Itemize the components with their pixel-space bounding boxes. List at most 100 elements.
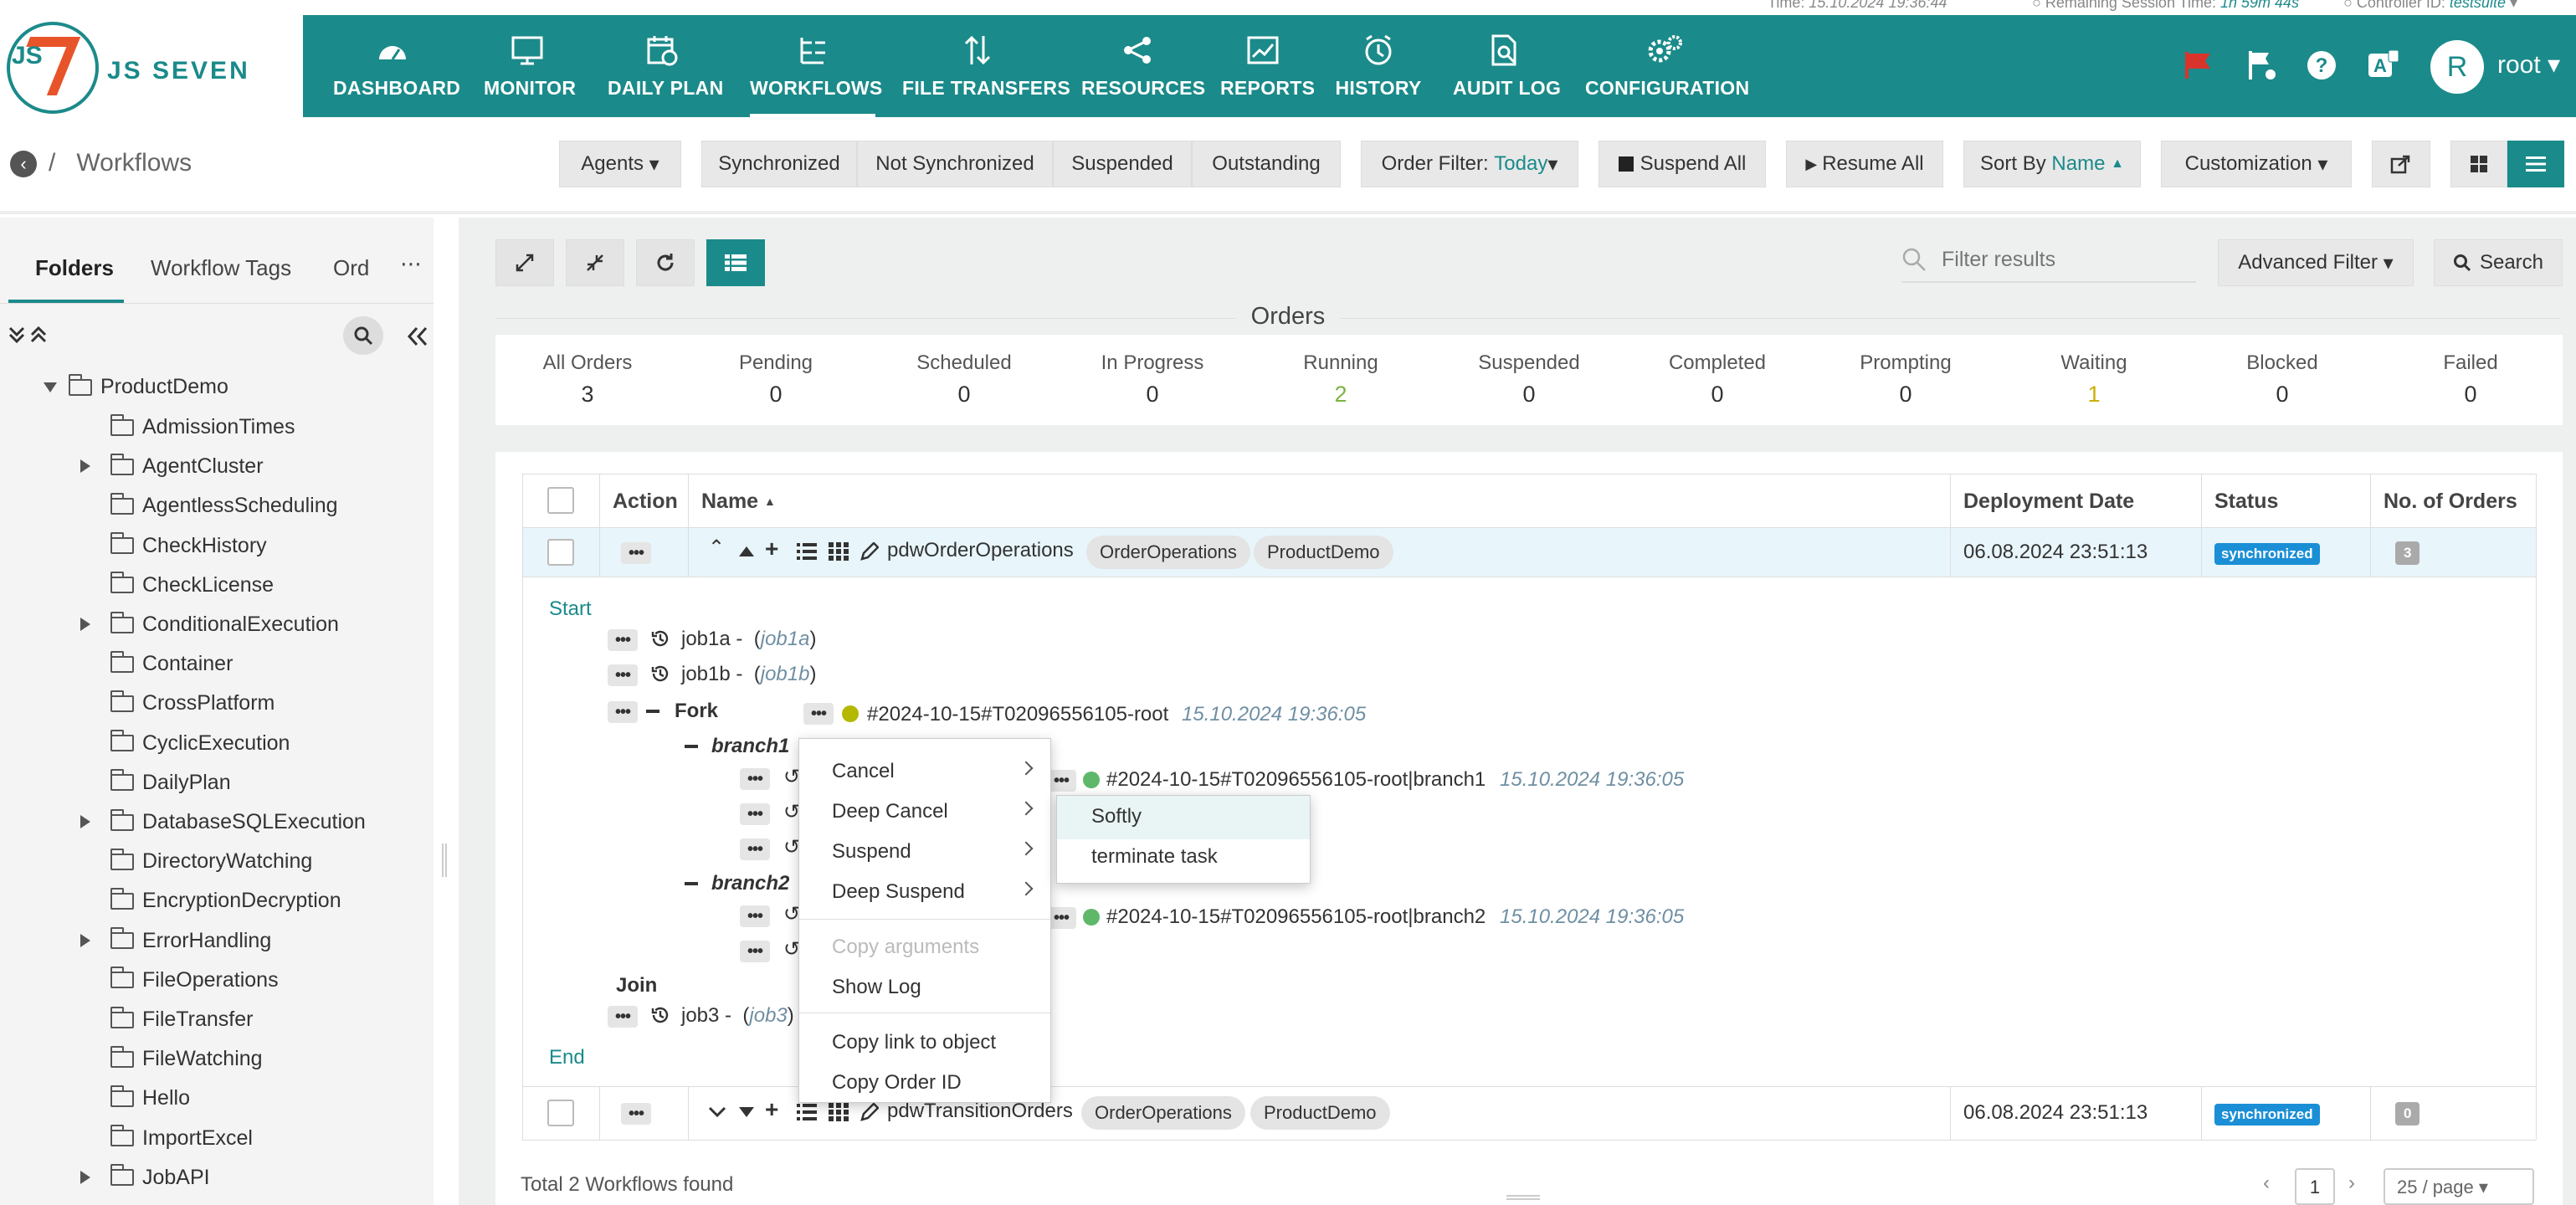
job-action-menu[interactable]: •••	[740, 838, 770, 860]
nav-monitor[interactable]: MONITOR	[484, 15, 576, 117]
workflow-tag[interactable]: ProductDemo	[1254, 536, 1393, 569]
tree-item[interactable]: FileTransfer	[110, 1006, 253, 1032]
order-id[interactable]: #2024-10-15#T02096556105-root	[867, 703, 1168, 726]
filter-suspended-button[interactable]: Suspended	[1053, 141, 1192, 187]
collapse-branch-icon[interactable]	[685, 745, 698, 748]
agents-dropdown[interactable]: Agents ▾	[559, 141, 681, 187]
order-stat-prompting[interactable]: Prompting 0	[1814, 351, 1998, 408]
prev-page-icon[interactable]: ‹	[2263, 1172, 2270, 1195]
expand-folder-icon[interactable]	[80, 815, 90, 828]
column-header-status[interactable]: Status	[2214, 475, 2278, 527]
nav-audit-log[interactable]: AUDIT LOG	[1453, 15, 1561, 117]
tree-item[interactable]: FileWatching	[110, 1045, 263, 1071]
expand-icon[interactable]	[495, 239, 554, 286]
tree-item-root[interactable]: ProductDemo	[44, 373, 228, 399]
expand-all-icon[interactable]	[8, 323, 52, 351]
row-action-menu[interactable]: •••	[621, 1103, 651, 1125]
expand-row-icon[interactable]	[708, 1106, 726, 1118]
job-action-menu[interactable]: •••	[740, 768, 770, 790]
list-icon[interactable]	[797, 1103, 817, 1121]
page-size-select[interactable]: 25 / page ▾	[2384, 1168, 2534, 1205]
tree-item[interactable]: JobAPI	[110, 1164, 210, 1190]
logo[interactable]: JS JS SEVEN	[0, 15, 303, 117]
submenu-item-terminate-task[interactable]: terminate task	[1091, 845, 1218, 869]
expand-folder-icon[interactable]	[80, 459, 90, 474]
menu-item-cancel[interactable]: Cancel	[832, 760, 1041, 783]
nav-configuration[interactable]: CONFIGURATION	[1585, 15, 1749, 117]
nav-reports[interactable]: REPORTS	[1220, 15, 1315, 117]
collapse-panel-icon[interactable]	[407, 325, 428, 352]
resume-all-button[interactable]: ▶ Resume All	[1786, 141, 1943, 187]
tree-item[interactable]: FileOperations	[110, 967, 279, 992]
tree-item[interactable]: CheckHistory	[110, 532, 267, 558]
job-action-menu[interactable]: •••	[608, 629, 638, 651]
menu-item-copy-link-to-object[interactable]: Copy link to object	[832, 1031, 1041, 1054]
column-header-deployment-date[interactable]: Deployment Date	[1963, 475, 2134, 527]
filter-not-synchronized-button[interactable]: Not Synchronized	[857, 141, 1053, 187]
workflow-tag[interactable]: OrderOperations	[1086, 536, 1250, 569]
order-action-menu[interactable]: •••	[803, 703, 834, 725]
grid-icon[interactable]	[829, 1103, 849, 1121]
order-stat-failed[interactable]: Failed 0	[2378, 351, 2563, 408]
nav-resources[interactable]: RESOURCES	[1081, 15, 1205, 117]
job-action-menu[interactable]: •••	[608, 1006, 638, 1028]
expand-folder-icon[interactable]	[80, 618, 90, 631]
add-order-icon[interactable]: +	[765, 1096, 778, 1123]
job-action-menu[interactable]: •••	[740, 803, 770, 825]
tab-workflow-tags[interactable]: Workflow Tags	[151, 255, 291, 281]
table-view-icon[interactable]	[706, 239, 765, 286]
job-action-menu[interactable]: •••	[740, 941, 770, 962]
job-label[interactable]: job3 - (job3)	[681, 1004, 794, 1028]
nav-workflows[interactable]: WORKFLOWS	[750, 15, 882, 117]
order-stat-blocked[interactable]: Blocked 0	[2190, 351, 2374, 408]
tree-item[interactable]: CheckLicense	[110, 572, 274, 597]
job-action-menu[interactable]: •••	[740, 905, 770, 927]
move-up-icon[interactable]	[738, 546, 755, 557]
tree-item[interactable]: AgentlessScheduling	[110, 492, 338, 518]
flag-icon[interactable]	[2181, 47, 2218, 84]
workflow-name[interactable]: pdwOrderOperations	[887, 539, 1074, 562]
job-label[interactable]: job1b - (job1b)	[681, 663, 816, 686]
menu-item-show-log[interactable]: Show Log	[832, 976, 1041, 999]
tree-item[interactable]: ImportExcel	[110, 1125, 253, 1151]
order-id[interactable]: #2024-10-15#T02096556105-root|branch1	[1106, 768, 1486, 792]
resize-handle[interactable]	[1506, 1195, 1540, 1200]
export-icon[interactable]	[2372, 141, 2430, 187]
expand-folder-icon[interactable]	[80, 1170, 90, 1184]
order-id[interactable]: #2024-10-15#T02096556105-root|branch2	[1106, 905, 1486, 929]
job-label[interactable]: job1a - (job1a)	[681, 628, 816, 651]
column-header-name[interactable]: Name ▲	[701, 475, 776, 527]
tree-search-icon[interactable]	[343, 316, 383, 355]
expand-folder-icon[interactable]	[80, 933, 90, 947]
list-view-icon[interactable]	[2507, 141, 2564, 187]
tree-item[interactable]: CyclicExecution	[110, 730, 290, 756]
grid-icon[interactable]	[829, 542, 849, 561]
card-view-icon[interactable]	[2450, 141, 2507, 187]
add-order-icon[interactable]: +	[765, 536, 778, 562]
row-checkbox[interactable]	[547, 1100, 574, 1126]
order-stat-scheduled[interactable]: Scheduled 0	[872, 351, 1056, 408]
row-action-menu[interactable]: •••	[621, 542, 651, 564]
nav-daily-plan[interactable]: DAILY PLAN	[608, 15, 723, 117]
back-icon[interactable]: ‹	[10, 151, 37, 177]
order-stat-completed[interactable]: Completed 0	[1625, 351, 1809, 408]
order-stat-all-orders[interactable]: All Orders 3	[495, 351, 680, 408]
sort-by-dropdown[interactable]: Sort By Name ▲	[1963, 141, 2141, 187]
current-page[interactable]: 1	[2295, 1168, 2335, 1205]
order-filter-dropdown[interactable]: Order Filter: Today ▾	[1361, 141, 1578, 187]
filter-synchronized-button[interactable]: Synchronized	[701, 141, 857, 187]
tree-item[interactable]: AgentCluster	[110, 453, 264, 479]
tree-item[interactable]: Container	[110, 650, 233, 676]
collapse-row-icon[interactable]: ⌃	[708, 536, 725, 560]
tree-item[interactable]: CrossPlatform	[110, 690, 275, 715]
order-stat-in-progress[interactable]: In Progress 0	[1060, 351, 1244, 408]
tree-item[interactable]: AdmissionTimes	[110, 413, 295, 439]
tree-item[interactable]: DailyPlan	[110, 769, 231, 795]
tab-folders[interactable]: Folders	[35, 255, 114, 281]
order-stat-waiting[interactable]: Waiting 1	[2002, 351, 2186, 408]
filter-results-input[interactable]	[1942, 247, 2176, 272]
edit-icon[interactable]	[860, 542, 879, 561]
select-all-checkbox[interactable]	[547, 487, 574, 514]
collapse-branch-icon[interactable]	[685, 882, 698, 885]
language-icon[interactable]: A	[2365, 47, 2402, 84]
